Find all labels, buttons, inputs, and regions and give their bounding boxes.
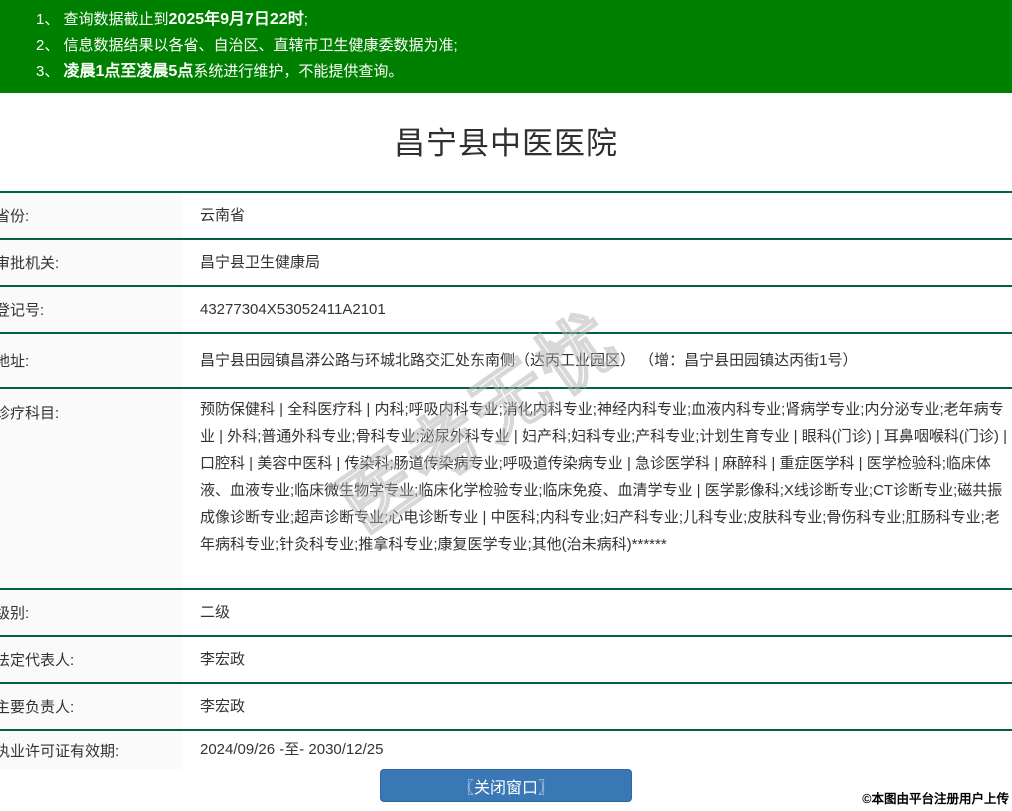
row-label-text: 省份: — [0, 208, 30, 225]
notice-line-1: 1、 查询数据截止到2025年9月7日22时; — [36, 7, 1002, 33]
table-row-level: 级别: 二级 — [0, 590, 1012, 637]
table-row-license-validity: 执业许可证有效期: 2024/09/26 -至- 2030/12/25 — [0, 731, 1012, 769]
row-value: 2024/09/26 -至- 2030/12/25 — [200, 741, 384, 758]
row-label: 执业许可证有效期: — [0, 731, 182, 769]
notice-bold-text: 凌晨1点至凌晨5点 — [63, 63, 194, 80]
row-value: 二级 — [200, 603, 231, 621]
table-row-legal-representative: 法定代表人: 李宏政 — [0, 637, 1012, 684]
row-label: 省份: — [0, 193, 182, 238]
row-value: 43277304X53052411A2101 — [200, 300, 386, 318]
notice-text: 2、 信息数据结果以各省、自治区、直辖市卫生健康委数据为准; — [36, 37, 458, 54]
row-label: 级别: — [0, 590, 182, 635]
hospital-title: 昌宁县中医医院 — [394, 126, 618, 161]
row-label-text: 执业许可证有效期: — [0, 742, 120, 760]
notice-text: 1、 查询数据截止到 — [36, 11, 169, 28]
row-label-text: 法定代表人: — [0, 652, 75, 669]
notice-bold-text: 2025年9月7日22时 — [168, 11, 304, 28]
table-row-approval-authority: 审批机关: 昌宁县卫生健康局 — [0, 240, 1012, 287]
row-label: 地址: — [0, 334, 182, 387]
notice-text: 3、 — [36, 63, 64, 80]
row-label-text: 级别: — [0, 605, 30, 622]
notice-line-3: 3、 凌晨1点至凌晨5点系统进行维护，不能提供查询。 — [36, 59, 1002, 85]
row-label: 诊疗科目: — [0, 389, 182, 588]
table-row-province: 省份: 云南省 — [0, 193, 1012, 240]
upload-credit: ©本图由平台注册用户上传 — [862, 792, 1009, 806]
table-row-registration-number: 登记号: 43277304X53052411A2101 — [0, 287, 1012, 334]
row-label-text: 诊疗科目: — [0, 405, 60, 422]
row-value: 云南省 — [200, 206, 246, 224]
notice-text: ; — [303, 11, 308, 28]
row-label: 主要负责人: — [0, 684, 182, 729]
notice-line-2: 2、 信息数据结果以各省、自治区、直辖市卫生健康委数据为准; — [36, 33, 1002, 59]
table-row-main-person-in-charge: 主要负责人: 李宏政 — [0, 684, 1012, 731]
hospital-info-table: 省份: 云南省 审批机关: 昌宁县卫生健康局 登记号: 43277304X530… — [0, 191, 1012, 769]
row-label-text: 登记号: — [0, 302, 45, 319]
notice-text: 系统进行维护，不能提供查询。 — [193, 63, 404, 80]
notice-banner: 1、 查询数据截止到2025年9月7日22时; 2、 信息数据结果以各省、自治区… — [0, 0, 1012, 93]
row-label: 法定代表人: — [0, 637, 182, 682]
row-label: 登记号: — [0, 287, 182, 332]
table-row-address: 地址: 昌宁县田园镇昌漭公路与环城北路交汇处东南侧（达丙工业园区） （增：昌宁县… — [0, 334, 1012, 389]
row-label-text: 主要负责人: — [0, 699, 75, 716]
button-row: 〖关闭窗口〗 — [0, 769, 1012, 802]
row-value: 李宏政 — [200, 697, 246, 715]
row-value: 昌宁县卫生健康局 — [200, 253, 321, 271]
row-value: 预防保健科 | 全科医疗科 | 内科;呼吸内科专业;消化内科专业;神经内科专业;… — [200, 401, 1007, 553]
table-row-treatment-subjects: 诊疗科目: 预防保健科 | 全科医疗科 | 内科;呼吸内科专业;消化内科专业;神… — [0, 389, 1012, 590]
row-label: 审批机关: — [0, 240, 182, 285]
row-value: 昌宁县田园镇昌漭公路与环城北路交汇处东南侧（达丙工业园区） （增：昌宁县田园镇达… — [200, 351, 858, 369]
row-label-text: 地址: — [0, 353, 30, 370]
row-label-text: 审批机关: — [0, 255, 60, 272]
close-window-button[interactable]: 〖关闭窗口〗 — [380, 769, 632, 802]
row-value: 李宏政 — [200, 650, 246, 668]
